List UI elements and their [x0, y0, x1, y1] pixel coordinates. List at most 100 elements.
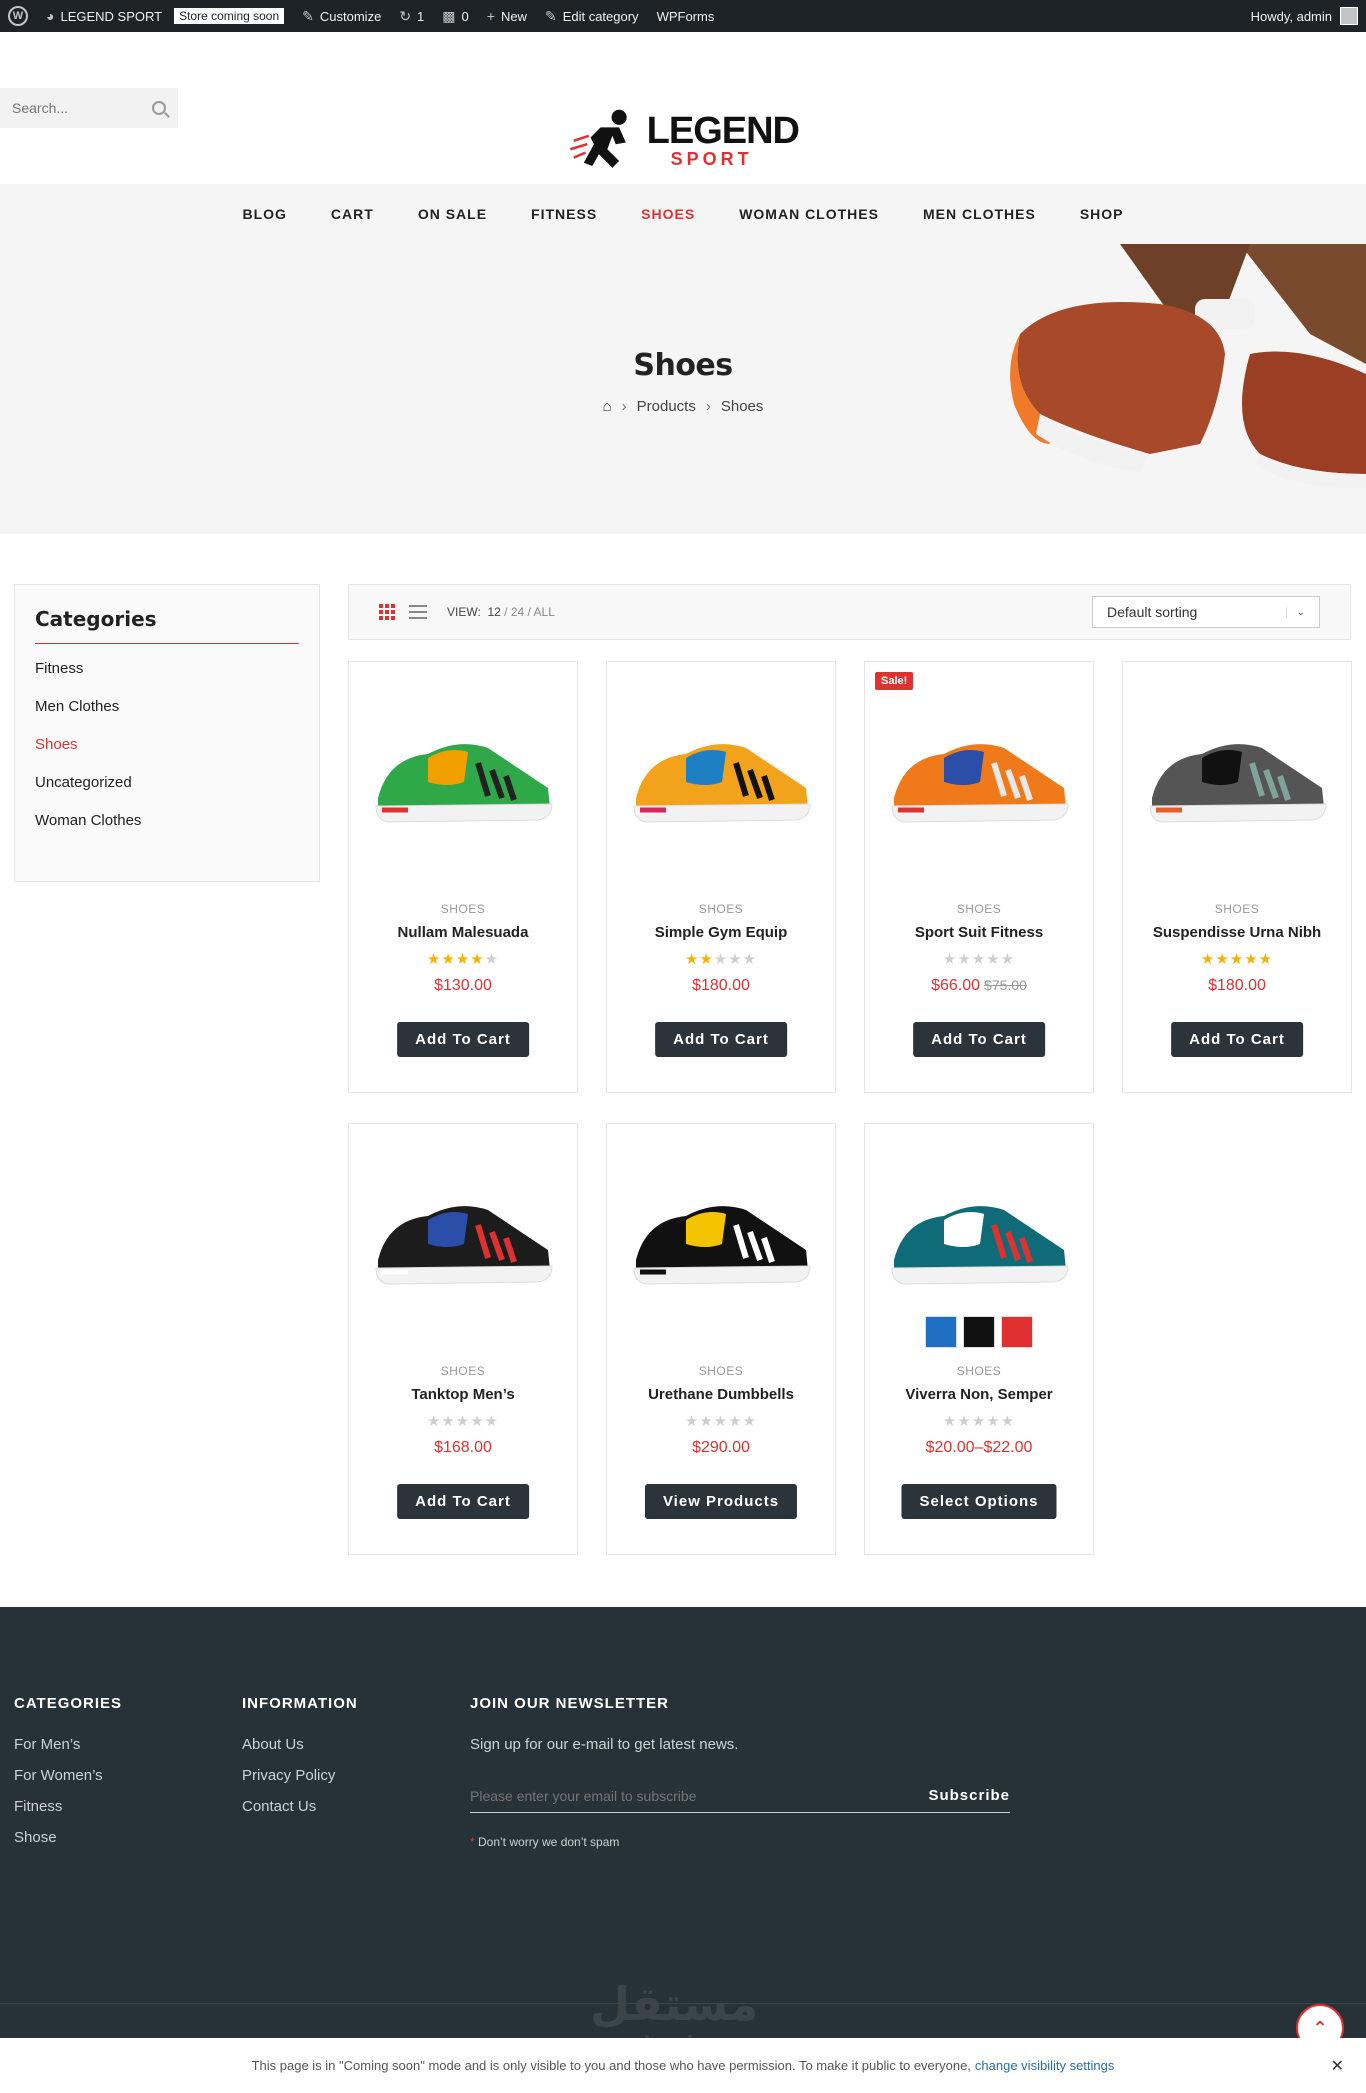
- grid-view-icon[interactable]: [379, 604, 397, 620]
- color-swatch[interactable]: [963, 1316, 995, 1348]
- product-card[interactable]: SHOES Simple Gym Equip ★★★★★ $180.00 Add To …: [606, 661, 836, 1093]
- view-products-button[interactable]: View Products: [644, 1484, 798, 1519]
- product-name[interactable]: Nullam Malesuada: [349, 924, 577, 941]
- breadcrumb-current: Shoes: [720, 398, 764, 415]
- product-name[interactable]: Urethane Dumbbells: [607, 1386, 835, 1403]
- product-card[interactable]: SHOES Urethane Dumbbells ★★★★★ $290.00 View …: [606, 1123, 836, 1555]
- newsletter-email-field[interactable]: [470, 1787, 890, 1804]
- product-category[interactable]: SHOES: [1123, 902, 1351, 916]
- color-swatch[interactable]: [925, 1316, 957, 1348]
- chevrons-up-icon: ⌃: [1312, 2017, 1328, 2038]
- product-shoe-image[interactable]: [875, 678, 1083, 878]
- newsletter-note: * Don’t worry we don’t spam: [470, 1835, 620, 1849]
- add-to-cart-button[interactable]: Add To Cart: [397, 1484, 529, 1519]
- brush-icon: ✎: [302, 7, 314, 24]
- product-shoe-image[interactable]: [617, 1140, 825, 1340]
- breadcrumb-products[interactable]: Products: [637, 398, 696, 415]
- color-swatch[interactable]: [1001, 1316, 1033, 1348]
- product-card[interactable]: SHOES Suspendisse Urna Nibh ★★★★★ $180.00 Ad…: [1122, 661, 1352, 1093]
- sidebar-item-fitness[interactable]: Fitness: [35, 660, 299, 677]
- site-footer: CATEGORIES For Men’s For Women’s Fitness Sh…: [0, 1607, 1366, 2055]
- sidebar-item-shoes[interactable]: Shoes: [35, 736, 299, 753]
- coming-soon-notice: This page is in "Coming soon" mode and i…: [0, 2038, 1366, 2093]
- nav-item-men-clothes[interactable]: MEN CLOTHES: [901, 206, 1058, 222]
- footer-link-fitness[interactable]: Fitness: [14, 1798, 122, 1815]
- footer-link-shose[interactable]: Shose: [14, 1829, 122, 1846]
- nav-item-shoes[interactable]: SHOES: [619, 206, 717, 222]
- page-hero: Shoes ⌂ › Products › Shoes: [0, 244, 1366, 534]
- per-page-all[interactable]: ALL: [534, 605, 555, 619]
- product-price: $180.00: [692, 977, 750, 994]
- runner-logo-icon: [569, 109, 627, 168]
- list-view-icon[interactable]: [409, 605, 427, 619]
- main-nav: BLOG CART ON SALE FITNESS SHOES WOMAN CLOTHES…: [0, 184, 1366, 244]
- footer-link-for-men-s[interactable]: For Men’s: [14, 1736, 122, 1753]
- admin-bar: W ◕ LEGEND SPORT Store coming soon ✎ Cus…: [0, 0, 1366, 32]
- nav-item-fitness[interactable]: FITNESS: [509, 206, 619, 222]
- nav-item-woman-clothes[interactable]: WOMAN CLOTHES: [717, 206, 901, 222]
- product-name[interactable]: Simple Gym Equip: [607, 924, 835, 941]
- nav-item-on-sale[interactable]: ON SALE: [396, 206, 509, 222]
- old-price: $75.00: [984, 977, 1027, 993]
- search-input[interactable]: [12, 100, 142, 116]
- product-shoe-image[interactable]: [617, 678, 825, 878]
- admin-comments[interactable]: ▩ 0: [442, 8, 468, 25]
- add-to-cart-button[interactable]: Add To Cart: [397, 1022, 529, 1057]
- nav-item-blog[interactable]: BLOG: [220, 206, 308, 222]
- product-category[interactable]: SHOES: [349, 1364, 577, 1378]
- admin-updates[interactable]: ↻ 1: [399, 8, 424, 25]
- product-name[interactable]: Sport Suit Fitness: [865, 924, 1093, 941]
- product-shoe-image[interactable]: [359, 678, 567, 878]
- admin-wpforms[interactable]: WPForms: [657, 9, 715, 24]
- star-rating-icon: ★★★★★: [942, 1413, 1016, 1430]
- product-card[interactable]: SHOES Viverra Non, Semper ★★★★★ $20.00–$22.…: [864, 1123, 1094, 1555]
- footer-link-contact-us[interactable]: Contact Us: [242, 1798, 358, 1815]
- admin-account[interactable]: Howdy, admin: [1251, 7, 1358, 25]
- sidebar-item-men-clothes[interactable]: Men Clothes: [35, 698, 299, 715]
- nav-item-cart[interactable]: CART: [309, 206, 396, 222]
- select-options-button[interactable]: Select Options: [901, 1484, 1057, 1519]
- footer-link-about-us[interactable]: About Us: [242, 1736, 358, 1753]
- product-card[interactable]: Sale! SHOES Sport Suit Fitness ★★★★★ $66.00 $…: [864, 661, 1094, 1093]
- subscribe-button[interactable]: Subscribe: [928, 1787, 1010, 1804]
- footer-categories: CATEGORIES For Men’s For Women’s Fitness Sh…: [14, 1695, 123, 1846]
- add-to-cart-button[interactable]: Add To Cart: [913, 1022, 1045, 1057]
- footer-information: INFORMATION About Us Privacy Policy Contac…: [242, 1695, 358, 1815]
- product-category[interactable]: SHOES: [865, 1364, 1093, 1378]
- product-category[interactable]: SHOES: [607, 902, 835, 916]
- product-name[interactable]: Suspendisse Urna Nibh: [1123, 924, 1351, 941]
- sale-badge: Sale!: [875, 672, 914, 690]
- product-card[interactable]: SHOES Nullam Malesuada ★★★★★ $130.00 Add To …: [348, 661, 578, 1093]
- sidebar-item-uncategorized[interactable]: Uncategorized: [35, 774, 299, 791]
- admin-site-name[interactable]: ◕ LEGEND SPORT Store coming soon: [46, 8, 285, 24]
- product-category[interactable]: SHOES: [865, 902, 1093, 916]
- product-shoe-image[interactable]: [875, 1140, 1083, 1340]
- per-page-24[interactable]: 24: [511, 605, 524, 619]
- add-to-cart-button[interactable]: Add To Cart: [1171, 1022, 1303, 1057]
- product-card[interactable]: SHOES Tanktop Men’s ★★★★★ $168.00 Add To Car…: [348, 1123, 578, 1555]
- footer-link-for-women-s[interactable]: For Women’s: [14, 1767, 122, 1784]
- per-page-12[interactable]: 12: [487, 605, 500, 619]
- sort-select[interactable]: Default sorting ⌄: [1092, 596, 1320, 628]
- product-shoe-image[interactable]: [1133, 678, 1341, 878]
- product-shoe-image[interactable]: [359, 1140, 567, 1340]
- site-logo[interactable]: LEGEND SPORT: [567, 92, 800, 188]
- add-to-cart-button[interactable]: Add To Cart: [655, 1022, 787, 1057]
- wordpress-logo-icon[interactable]: W: [8, 6, 28, 26]
- admin-customize[interactable]: ✎ Customize: [302, 8, 381, 25]
- home-icon[interactable]: ⌂: [603, 398, 612, 415]
- product-category[interactable]: SHOES: [607, 1364, 835, 1378]
- product-name[interactable]: Viverra Non, Semper: [865, 1386, 1093, 1403]
- star-rating-icon: ★★★★★: [684, 1413, 758, 1430]
- product-name[interactable]: Tanktop Men’s: [349, 1386, 577, 1403]
- nav-item-shop[interactable]: SHOP: [1058, 206, 1146, 222]
- visibility-settings-link[interactable]: change visibility settings: [975, 2058, 1114, 2073]
- sidebar-item-woman-clothes[interactable]: Woman Clothes: [35, 812, 299, 829]
- product-category[interactable]: SHOES: [349, 902, 577, 916]
- footer-link-privacy-policy[interactable]: Privacy Policy: [242, 1767, 358, 1784]
- admin-new[interactable]: + New: [487, 8, 527, 24]
- store-status-badge[interactable]: Store coming soon: [174, 8, 285, 24]
- admin-edit-category[interactable]: ✎ Edit category: [545, 8, 639, 25]
- search-icon[interactable]: [152, 101, 166, 115]
- close-icon[interactable]: ✕: [1331, 2056, 1344, 2076]
